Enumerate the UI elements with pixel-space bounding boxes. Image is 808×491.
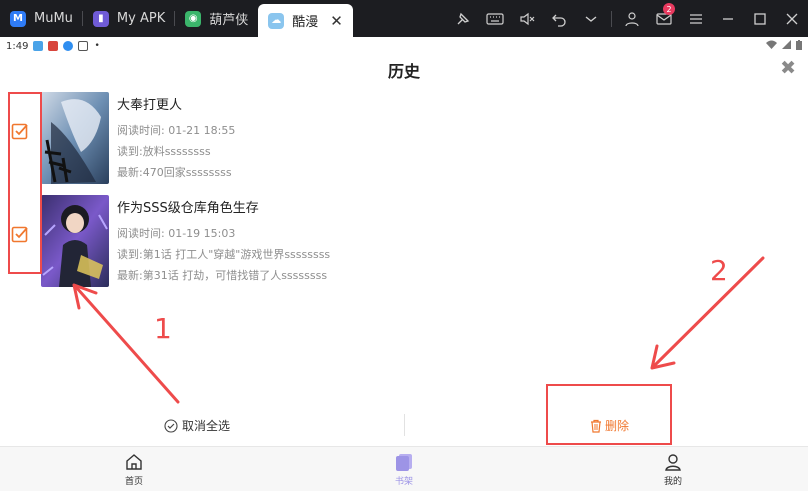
trash-icon: [589, 419, 603, 433]
nav-label: 书架: [394, 477, 413, 487]
bottom-nav: 首页 书架 我的: [0, 446, 808, 491]
nav-label: 我的: [663, 477, 682, 487]
check-circle-icon: [164, 418, 178, 433]
app-window: M MuMu ▮ My APK ◉ 葫芦侠 ☁ 酷漫 ✕ 2 1:49 • 历史…: [0, 0, 808, 491]
profile-icon: [663, 452, 683, 472]
edit-action-bar: 取消全选 删除: [0, 409, 808, 443]
annotation-arrow-2: [652, 256, 765, 368]
unselect-all-button[interactable]: 取消全选: [164, 417, 230, 434]
annotation-arrow-1: [74, 285, 180, 404]
action-divider: [404, 414, 405, 436]
nav-bookshelf[interactable]: 书架: [374, 452, 434, 487]
nav-profile[interactable]: 我的: [643, 452, 703, 487]
delete-label: 删除: [605, 419, 630, 433]
nav-label: 首页: [124, 477, 143, 487]
unselect-all-label: 取消全选: [182, 419, 231, 433]
nav-home[interactable]: 首页: [104, 452, 164, 487]
home-icon: [124, 452, 144, 472]
bookshelf-icon: [394, 452, 414, 472]
delete-button[interactable]: 删除: [589, 417, 629, 434]
